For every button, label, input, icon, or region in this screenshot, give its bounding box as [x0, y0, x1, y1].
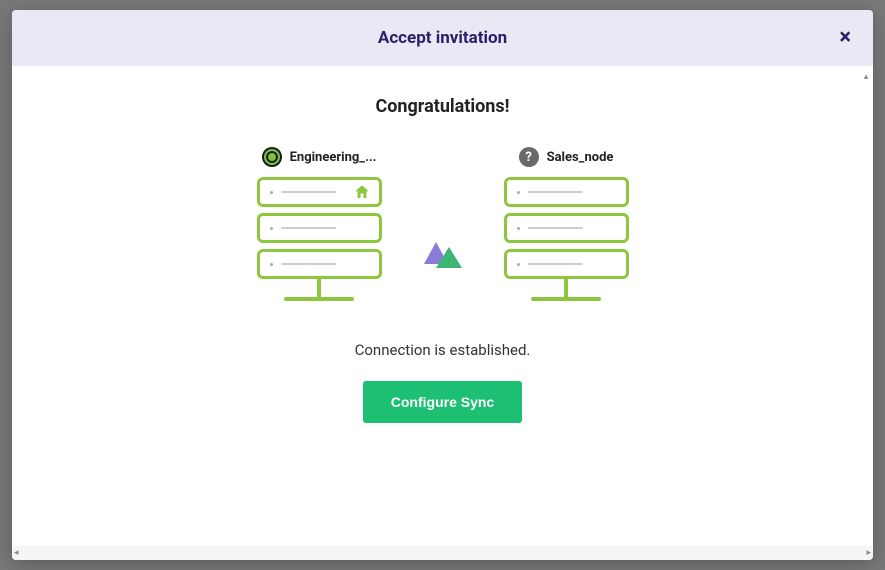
server-stack-icon [504, 177, 629, 279]
close-icon[interactable]: × [839, 27, 851, 49]
home-icon [353, 183, 371, 201]
left-node-label: Engineering_... [262, 147, 377, 167]
server-row-icon [257, 177, 382, 207]
server-row-icon [504, 213, 629, 243]
left-node: Engineering_... [257, 147, 382, 301]
nodes-illustration: Engineering_... [32, 147, 853, 301]
server-row-icon [504, 249, 629, 279]
configure-sync-button[interactable]: Configure Sync [363, 381, 522, 423]
server-stand-icon [531, 279, 601, 301]
congrats-heading: Congratulations! [32, 96, 853, 117]
server-row-icon [257, 213, 382, 243]
server-row-icon [257, 249, 382, 279]
server-row-icon [504, 177, 629, 207]
modal-header: Accept invitation × [12, 10, 873, 66]
left-node-name: Engineering_... [290, 150, 377, 165]
right-node-name: Sales_node [547, 150, 614, 165]
scroll-up-arrow-icon[interactable]: ▴ [864, 72, 869, 82]
scroll-left-arrow-icon[interactable]: ◂ [14, 548, 19, 558]
modal-title: Accept invitation [32, 28, 853, 48]
server-stack-icon [257, 177, 382, 279]
accept-invitation-modal: Accept invitation × Congratulations! Eng… [12, 10, 873, 560]
scroll-right-arrow-icon[interactable]: ▸ [866, 548, 871, 558]
node-status-icon [262, 147, 282, 167]
horizontal-scrollbar[interactable]: ◂ ▸ [12, 546, 873, 560]
modal-body: Congratulations! Engineering_... [12, 66, 873, 560]
server-stand-icon [284, 279, 354, 301]
right-node-label: ? Sales_node [519, 147, 614, 167]
vertical-scrollbar[interactable]: ▴ [859, 70, 873, 546]
connection-status-text: Connection is established. [32, 341, 853, 359]
right-node: ? Sales_node [504, 147, 629, 301]
connection-logo-icon [422, 238, 464, 280]
node-unknown-icon: ? [519, 147, 539, 167]
